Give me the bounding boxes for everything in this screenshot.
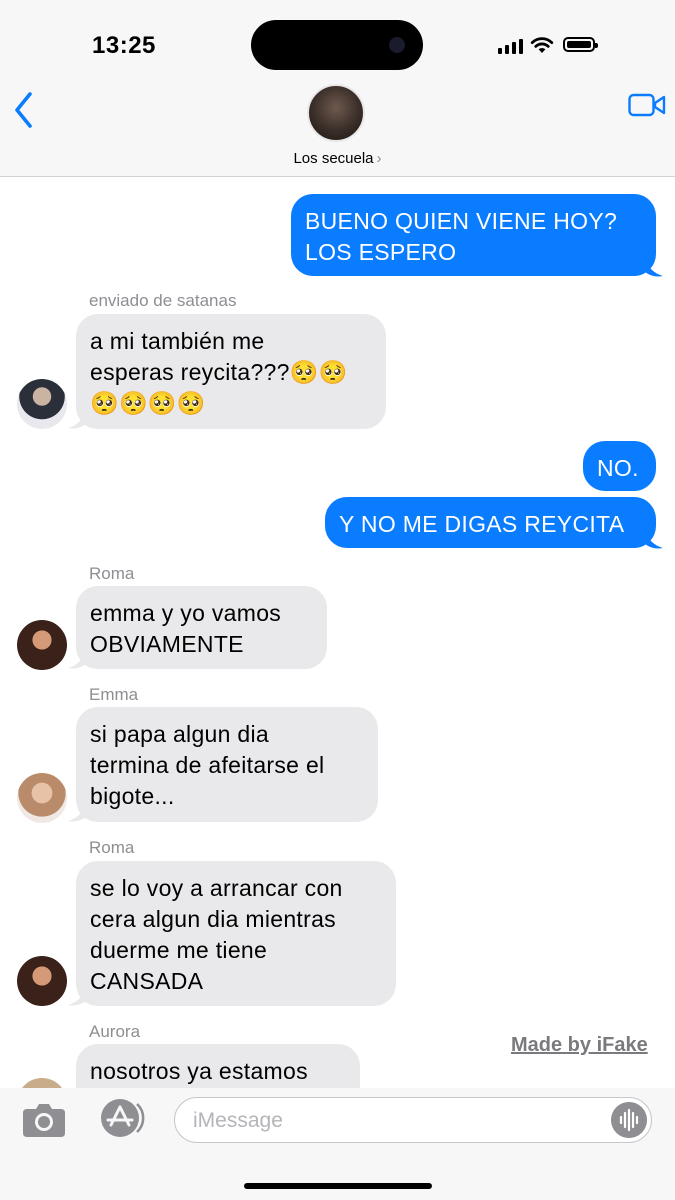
avatar[interactable] bbox=[17, 956, 67, 1006]
group-name-button[interactable]: Los secuela › bbox=[0, 150, 675, 167]
sender-name: Aurora bbox=[89, 1022, 141, 1041]
group-avatar[interactable] bbox=[307, 84, 365, 142]
battery-icon bbox=[563, 37, 598, 52]
message-bubble[interactable]: se lo voy a arrancar con cera algun dia … bbox=[76, 861, 396, 1006]
message-bubble[interactable]: emma y yo vamos OBVIAMENTE bbox=[76, 586, 327, 669]
conversation-header: Los secuela › bbox=[0, 80, 675, 177]
avatar[interactable] bbox=[17, 379, 67, 429]
watermark: Made by iFake bbox=[511, 1034, 648, 1056]
home-indicator bbox=[244, 1183, 432, 1189]
message-bubble[interactable]: si papa algun dia termina de afeitarse e… bbox=[76, 707, 378, 822]
chevron-right-icon: › bbox=[376, 150, 382, 167]
video-camera-icon[interactable] bbox=[628, 92, 666, 118]
bubble-tail bbox=[68, 803, 86, 822]
back-chevron-icon[interactable] bbox=[10, 90, 40, 130]
sender-name: enviado de satanas bbox=[89, 291, 237, 310]
front-camera bbox=[389, 37, 405, 53]
message-bubble[interactable]: BUENO QUIEN VIENE HOY? LOS ESPERO bbox=[291, 194, 656, 276]
bubble-tail bbox=[68, 650, 86, 669]
avatar[interactable] bbox=[17, 620, 67, 670]
message-bubble[interactable]: Y NO ME DIGAS REYCITA bbox=[325, 497, 656, 548]
wifi-icon bbox=[530, 37, 554, 53]
group-name-label: Los secuela bbox=[293, 150, 374, 167]
sender-name: Roma bbox=[89, 564, 135, 583]
bubble-tail bbox=[645, 258, 663, 277]
message-bubble[interactable]: a mi también me esperas reycita???🥺🥺 🥺🥺🥺… bbox=[76, 314, 386, 429]
voice-waveform-icon[interactable] bbox=[611, 1102, 647, 1138]
message-bubble[interactable]: NO. bbox=[583, 441, 656, 491]
cellular-signal-icon bbox=[498, 38, 523, 54]
message-input[interactable]: iMessage bbox=[174, 1097, 652, 1143]
message-placeholder: iMessage bbox=[193, 1109, 283, 1132]
status-time: 13:25 bbox=[92, 32, 156, 59]
app-store-icon[interactable] bbox=[96, 1098, 146, 1138]
status-bar: 13:25 bbox=[0, 0, 675, 80]
bubble-tail bbox=[68, 410, 86, 429]
bubble-tail bbox=[68, 987, 86, 1006]
dynamic-island bbox=[251, 20, 423, 70]
sender-name: Roma bbox=[89, 838, 135, 857]
camera-icon[interactable] bbox=[22, 1102, 66, 1138]
sender-name: Emma bbox=[89, 685, 139, 704]
bubble-tail bbox=[645, 530, 663, 549]
avatar[interactable] bbox=[17, 773, 67, 823]
